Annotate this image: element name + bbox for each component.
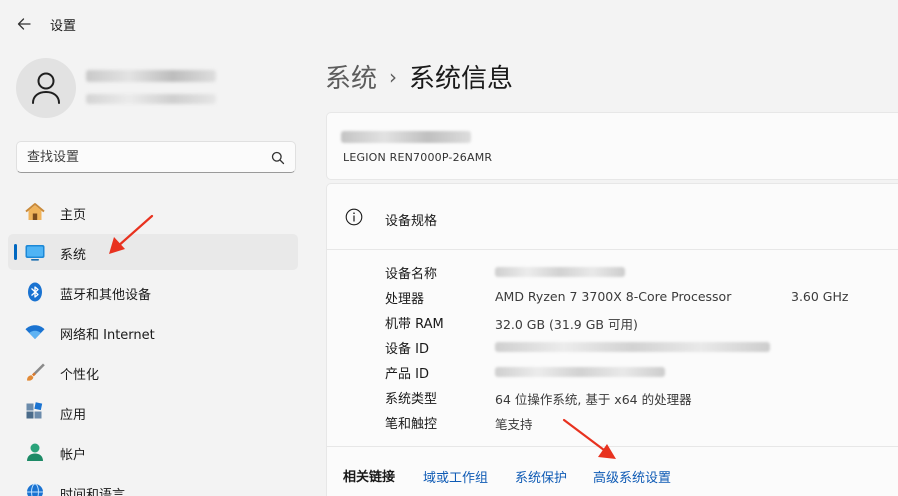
avatar[interactable]	[16, 58, 76, 118]
sidebar-item-label: 蓝牙和其他设备	[60, 288, 152, 303]
search-input[interactable]	[27, 148, 257, 166]
brush-icon	[24, 362, 46, 382]
related-links: 相关链接 域或工作组 系统保护 高级系统设置	[327, 446, 898, 496]
device-model: LEGION REN7000P-26AMR	[343, 151, 493, 164]
sidebar-item-personalization[interactable]: 个性化	[8, 354, 298, 390]
chevron-right-icon: ›	[389, 65, 398, 89]
breadcrumb-parent[interactable]: 系统	[325, 64, 377, 94]
system-protection-link[interactable]: 系统保护	[515, 467, 567, 486]
sidebar-item-apps[interactable]: 应用	[8, 394, 298, 430]
spec-row-device-name: 设备名称	[327, 259, 898, 284]
specs-header[interactable]: 设备规格	[327, 184, 898, 250]
sidebar-item-time-language[interactable]: 时间和语言	[8, 474, 298, 496]
spec-label: 设备名称	[385, 267, 438, 282]
search-icon[interactable]	[271, 150, 285, 169]
spec-row-pen-touch: 笔和触控 笔支持	[327, 409, 898, 434]
redacted-user-name	[86, 70, 216, 82]
search-box[interactable]	[16, 141, 296, 173]
spec-label: 笔和触控	[385, 417, 438, 432]
wifi-icon	[24, 322, 46, 342]
spec-value: 64 位操作系统, 基于 x64 的处理器	[495, 392, 692, 407]
page-title: 系统信息	[409, 64, 514, 94]
title-bar: 设置	[0, 0, 898, 48]
redacted-device-name	[341, 131, 471, 143]
spec-label: 处理器	[385, 292, 425, 307]
spec-row-system-type: 系统类型 64 位操作系统, 基于 x64 的处理器	[327, 384, 898, 409]
bluetooth-icon	[24, 282, 46, 302]
redacted-value	[495, 367, 665, 377]
home-icon	[24, 202, 46, 222]
spec-value: 笔支持	[495, 417, 533, 432]
redacted-value	[495, 342, 770, 352]
sidebar-item-label: 个性化	[60, 368, 100, 383]
system-icon	[24, 242, 46, 262]
spec-label: 机带 RAM	[385, 317, 444, 332]
spec-value-frequency: 3.60 GHz	[791, 289, 849, 304]
info-icon	[345, 208, 363, 230]
back-arrow-icon	[17, 18, 31, 30]
spec-row-processor: 处理器 AMD Ryzen 7 3700X 8-Core Processor 3…	[327, 284, 898, 309]
sidebar-nav: 主页 系统 蓝牙和其他设备 网络和 Internet 个性化 应用 帐户 时间和…	[8, 194, 298, 496]
apps-icon	[24, 402, 46, 422]
sidebar-item-label: 主页	[60, 208, 87, 223]
sidebar-item-bluetooth[interactable]: 蓝牙和其他设备	[8, 274, 298, 310]
spec-label: 产品 ID	[385, 367, 429, 382]
back-button[interactable]	[14, 14, 34, 34]
breadcrumb: 系统 › 系统信息	[325, 58, 513, 95]
related-links-title: 相关链接	[343, 470, 396, 485]
sidebar-item-label: 系统	[60, 248, 87, 263]
sidebar-item-label: 应用	[60, 408, 87, 423]
domain-workgroup-link[interactable]: 域或工作组	[423, 467, 488, 486]
redacted-value	[495, 267, 625, 277]
person-icon	[32, 72, 60, 104]
spec-row-device-id: 设备 ID	[327, 334, 898, 359]
account-icon	[24, 442, 46, 462]
globe-icon	[24, 482, 46, 496]
sidebar-item-label: 帐户	[60, 448, 87, 463]
specs-title: 设备规格	[385, 214, 438, 229]
sidebar-item-home[interactable]: 主页	[8, 194, 298, 230]
redacted-user-email	[86, 94, 216, 104]
spec-value: 32.0 GB (31.9 GB 可用)	[495, 317, 638, 332]
sidebar-item-label: 网络和 Internet	[60, 328, 155, 343]
device-card: LEGION REN7000P-26AMR	[326, 112, 898, 180]
spec-value: AMD Ryzen 7 3700X 8-Core Processor	[495, 289, 732, 304]
advanced-system-settings-link[interactable]: 高级系统设置	[593, 467, 671, 486]
sidebar-item-network[interactable]: 网络和 Internet	[8, 314, 298, 350]
spec-label: 系统类型	[385, 392, 438, 407]
active-indicator	[14, 244, 17, 260]
spec-row-ram: 机带 RAM 32.0 GB (31.9 GB 可用)	[327, 309, 898, 334]
device-specs-card: 设备规格 设备名称 处理器 AMD Ryzen 7 3700X 8-Core P…	[326, 183, 898, 496]
sidebar-item-label: 时间和语言	[60, 488, 126, 496]
spec-row-product-id: 产品 ID	[327, 359, 898, 384]
sidebar-item-accounts[interactable]: 帐户	[8, 434, 298, 470]
window-title: 设置	[50, 19, 77, 34]
spec-label: 设备 ID	[385, 342, 429, 357]
sidebar-item-system[interactable]: 系统	[8, 234, 298, 270]
